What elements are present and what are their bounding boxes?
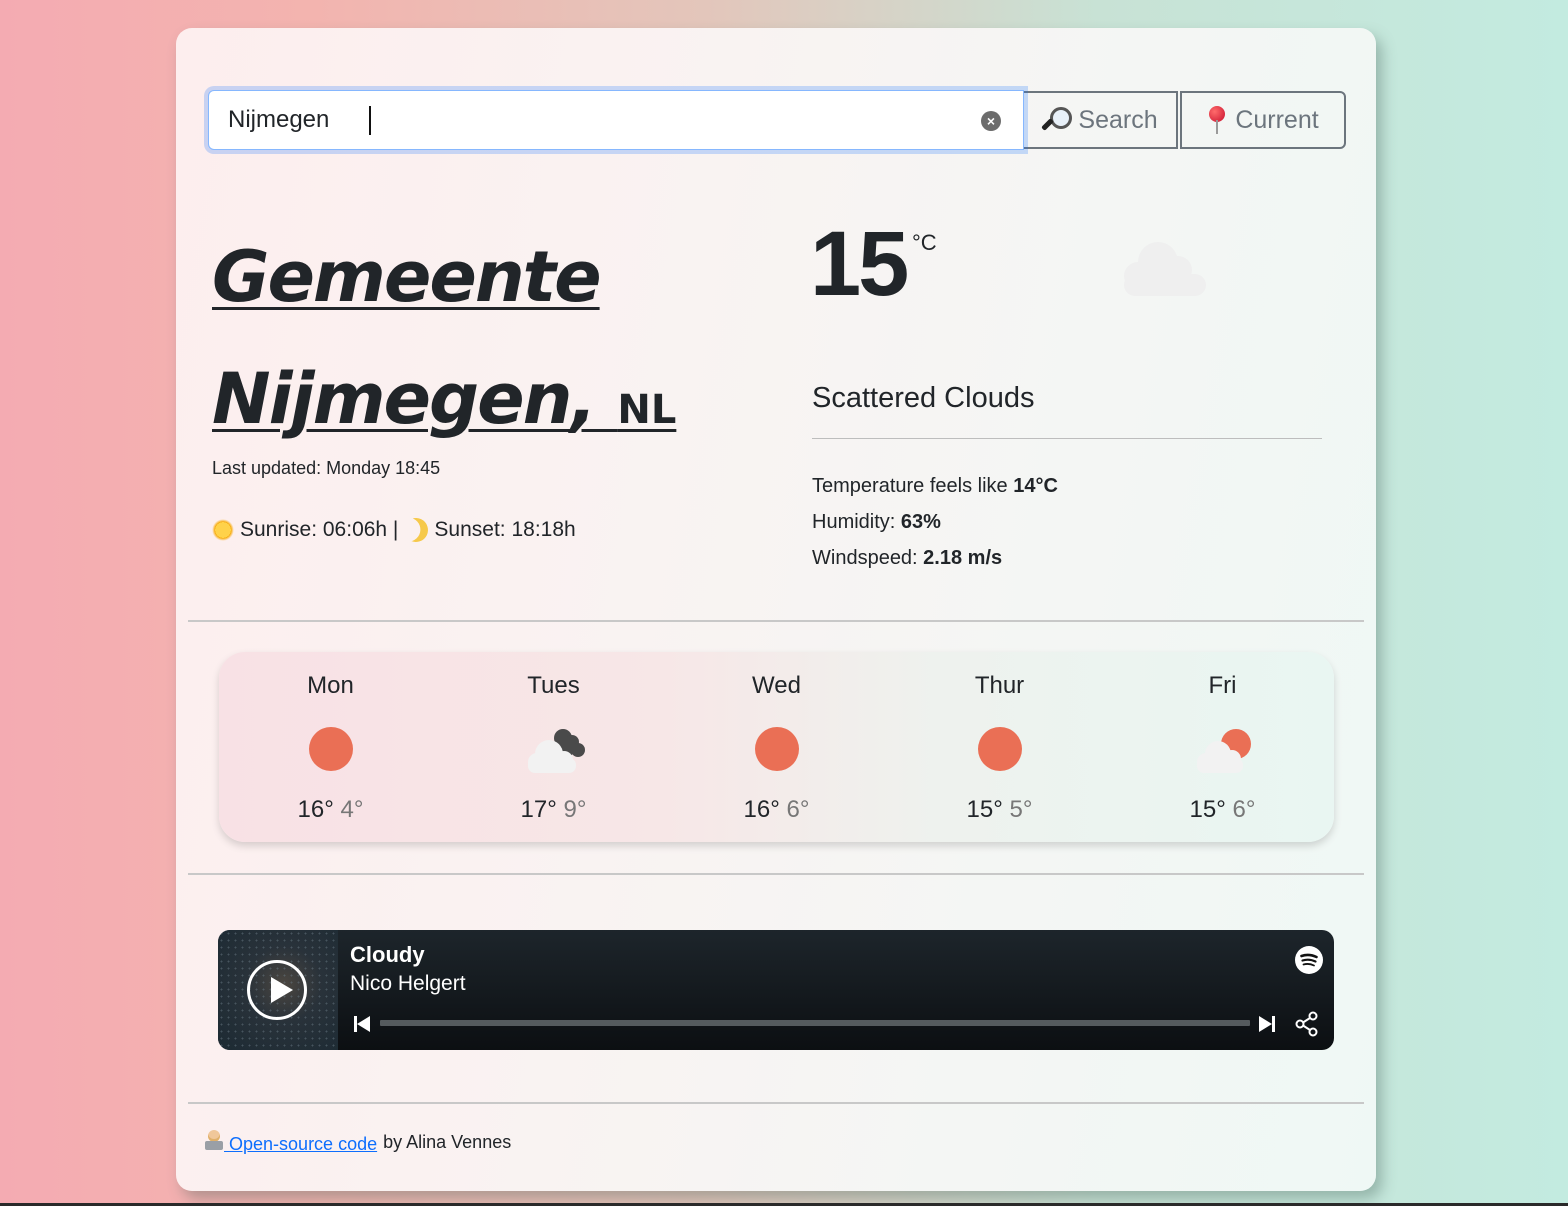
humidity-value: 63% [900,511,941,533]
humidity-row: Humidity: 63% [812,504,1058,540]
forecast-low: 6° [786,796,810,823]
moon-icon [401,515,432,546]
forecast-low: 9° [563,796,587,823]
forecast-temps: 15° 6° [1111,796,1334,824]
section-divider [188,1102,1364,1104]
feels-like-row: Temperature feels like 14°C [812,468,1058,504]
search-button-label: Search [1078,105,1158,134]
sun-icon [212,519,234,541]
search-form: × Search Current [208,90,1346,150]
city-comma: , [570,358,597,440]
city-search-input[interactable] [209,91,1023,149]
search-button[interactable]: Search [1020,91,1178,149]
current-button-label: Current [1235,105,1319,134]
forecast-low: 6° [1232,796,1256,823]
next-track-button[interactable] [1259,1016,1277,1032]
forecast-strip: Mon 16° 4° Tues 17° 9° Wed 16° 6° Thur 1… [219,652,1334,842]
forecast-low: 4° [340,796,364,823]
wind-label: Windspeed: [812,547,924,569]
current-location-button[interactable]: Current [1180,91,1346,149]
wind-value: 2.18 m/s [923,547,1003,569]
spotify-player: Cloudy Nico Helgert [218,930,1334,1050]
forecast-day: Wed 16° 6° [665,652,888,842]
humidity-label: Humidity: [812,511,901,533]
sun-icon [296,724,366,774]
sun-times: Sunrise: 06:06h | Sunset: 18:18h [212,518,576,542]
pin-icon [1207,106,1227,134]
forecast-temps: 17° 9° [442,796,665,824]
city-name: Nijmegen [212,358,572,440]
forecast-day-name: Thur [974,672,1025,699]
forecast-temps: 16° 4° [219,796,442,824]
divider [812,438,1322,439]
forecast-day-name: Wed [752,672,801,699]
forecast-temps: 15° 5° [888,796,1111,824]
forecast-high: 17° [520,796,557,823]
weather-description: Scattered Clouds [812,382,1035,414]
feels-like-label: Temperature feels like [812,475,1014,497]
forecast-high: 16° [297,796,334,823]
feels-like-value: 14°C [1013,475,1058,497]
source-code-link-text: Open-source code [229,1134,378,1154]
broken-clouds-icon [527,729,585,773]
sun-icon [965,724,1035,774]
sunrise-text: Sunrise: 06:06h | [240,518,399,541]
wind-row: Windspeed: 2.18 m/s [812,540,1058,576]
forecast-day: Mon 16° 4° [219,652,442,842]
source-code-link[interactable]: Open-source code [204,1130,377,1155]
forecast-high: 15° [966,796,1003,823]
forecast-temps: 16° 6° [665,796,888,824]
forecast-day-name: Tues [527,672,580,699]
footer: Open-source code by Alina Vennes [204,1130,511,1155]
city-link-line1[interactable]: Gemeente [212,236,602,318]
spotify-logo-icon[interactable] [1295,946,1323,974]
sunset-text: Sunset: 18:18h [434,518,576,541]
section-divider [188,873,1364,875]
forecast-high: 16° [743,796,780,823]
search-field-wrapper: × [208,90,1024,150]
weather-card: × Search Current Gemeente Nijmegen, NL L… [176,28,1376,1191]
forecast-day: Tues 17° 9° [442,652,665,842]
section-divider [188,620,1364,622]
progress-bar[interactable] [380,1020,1250,1026]
last-updated: Last updated: Monday 18:45 [212,458,441,478]
technologist-icon [204,1130,224,1150]
forecast-day: Fri 15° 6° [1111,652,1334,842]
previous-track-button[interactable] [354,1016,372,1032]
city-link-line2[interactable]: Nijmegen, NL [212,358,676,440]
forecast-high: 15° [1189,796,1226,823]
country-code: NL [617,387,677,433]
clear-icon[interactable]: × [981,111,1001,131]
current-temperature: 15 [810,213,909,315]
forecast-day: Thur 15° 5° [888,652,1111,842]
track-artist[interactable]: Nico Helgert [350,972,466,996]
cloud-icon [1124,242,1206,296]
temperature-unit[interactable]: °C [912,230,937,256]
sun-icon [742,724,812,774]
forecast-low: 5° [1009,796,1033,823]
text-caret [369,106,371,135]
city-heading: Gemeente Nijmegen, NL [212,216,772,471]
footer-author: by Alina Vennes [383,1132,512,1152]
play-button[interactable] [247,960,307,1020]
share-icon[interactable] [1295,1011,1319,1037]
forecast-day-name: Mon [307,672,354,699]
partly-cloudy-icon [1196,729,1251,773]
weather-details: Temperature feels like 14°C Humidity: 63… [812,468,1058,576]
forecast-day-name: Fri [1208,672,1237,699]
magnifier-icon [1040,105,1073,135]
track-title[interactable]: Cloudy [350,942,425,968]
